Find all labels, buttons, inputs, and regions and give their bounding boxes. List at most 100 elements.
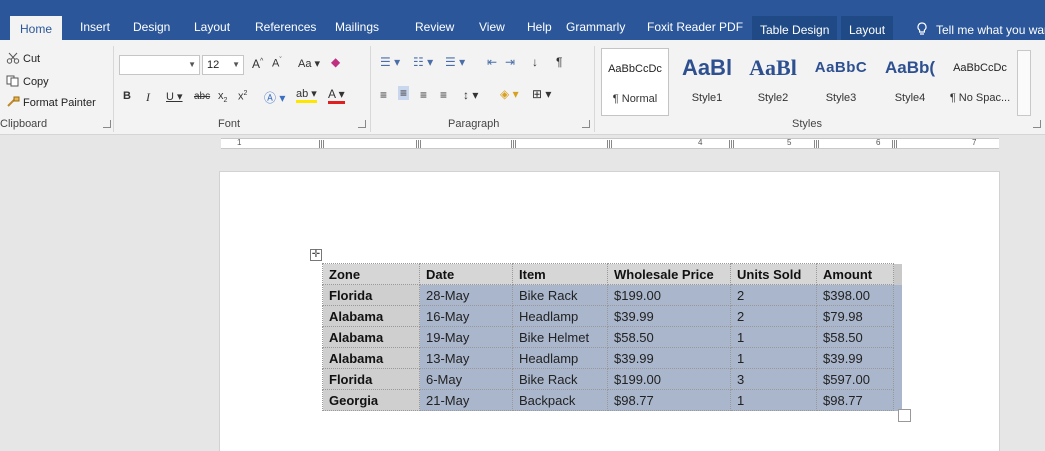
table-cell[interactable]: $98.77 [607, 389, 731, 411]
table-cell[interactable]: 21-May [419, 389, 513, 411]
sales-table[interactable]: Zone Date Item Wholesale Price Units Sol… [322, 263, 902, 411]
bullets-icon[interactable]: ☰ ▾ [380, 55, 400, 69]
table-cell[interactable]: $58.50 [816, 326, 894, 348]
table-cell[interactable]: Backpack [512, 389, 608, 411]
justify-icon[interactable]: ≡ [440, 88, 447, 102]
shading-icon[interactable]: ◈ ▾ [500, 87, 519, 101]
ruler-column-marker[interactable] [814, 140, 820, 148]
header-cell[interactable]: Amount [816, 263, 894, 285]
tab-help[interactable]: Help [527, 18, 552, 40]
table-cell[interactable]: Georgia [322, 389, 420, 411]
format-painter-button[interactable]: Format Painter [6, 96, 96, 109]
underline-icon[interactable]: U ▾ [166, 90, 183, 103]
header-cell[interactable]: Wholesale Price [607, 263, 731, 285]
table-move-handle-icon[interactable]: ✛ [310, 249, 322, 261]
ruler-column-marker[interactable] [729, 140, 735, 148]
table-cell[interactable]: 3 [730, 368, 817, 390]
tab-mailings[interactable]: Mailings [335, 18, 379, 40]
style-no-spacing[interactable]: AaBbCcDc ¶ No Spac... [946, 48, 1014, 116]
clear-formatting-icon[interactable]: ◆ [331, 55, 340, 69]
table-cell[interactable]: Headlamp [512, 347, 608, 369]
ruler-column-marker[interactable] [892, 140, 898, 148]
tab-home[interactable]: Home [10, 16, 63, 40]
table-cell[interactable]: $98.77 [816, 389, 894, 411]
header-cell[interactable]: Units Sold [730, 263, 817, 285]
table-cell[interactable]: $199.00 [607, 368, 731, 390]
header-cell[interactable]: Date [419, 263, 513, 285]
table-cell[interactable]: Alabama [322, 305, 420, 327]
align-center-icon[interactable]: ≡ [398, 86, 410, 100]
table-cell[interactable]: $398.00 [816, 284, 894, 306]
table-cell[interactable]: 19-May [419, 326, 513, 348]
borders-icon[interactable]: ⊞ ▾ [532, 87, 551, 101]
header-cell[interactable]: Item [512, 263, 608, 285]
table-cell[interactable]: $79.98 [816, 305, 894, 327]
styles-gallery-scroll[interactable] [1017, 50, 1031, 116]
align-right-icon[interactable]: ≡ [420, 88, 427, 102]
align-left-icon[interactable]: ≡ [380, 88, 387, 102]
highlight-icon[interactable]: ab ▾ [296, 87, 317, 103]
table-cell[interactable]: Florida [322, 284, 420, 306]
numbering-icon[interactable]: ☷ ▾ [413, 55, 433, 69]
paragraph-dialog-launcher[interactable] [582, 120, 590, 128]
table-cell[interactable]: Bike Rack [512, 284, 608, 306]
table-cell[interactable]: Florida [322, 368, 420, 390]
table-cell[interactable]: Bike Helmet [512, 326, 608, 348]
tab-references[interactable]: References [255, 18, 316, 40]
table-cell[interactable]: Bike Rack [512, 368, 608, 390]
change-case-icon[interactable]: Aa ▾ [298, 57, 320, 70]
italic-icon[interactable]: I [146, 90, 150, 105]
table-cell[interactable]: Headlamp [512, 305, 608, 327]
font-family-combo[interactable]: ▼ [119, 55, 200, 75]
style-style4[interactable]: AaBb( Style4 [876, 48, 944, 116]
pilcrow-icon[interactable]: ¶ [556, 55, 562, 69]
font-dialog-launcher[interactable] [358, 120, 366, 128]
style-style2[interactable]: AaBl Style2 [740, 48, 806, 116]
table-cell[interactable]: 1 [730, 389, 817, 411]
tab-layout[interactable]: Layout [194, 18, 230, 40]
table-cell[interactable]: $39.99 [607, 305, 731, 327]
tab-view[interactable]: View [479, 18, 505, 40]
style-normal[interactable]: AaBbCcDc ¶ Normal [601, 48, 669, 116]
table-cell[interactable]: 1 [730, 326, 817, 348]
cut-button[interactable]: Cut [6, 52, 40, 65]
ruler-column-marker[interactable] [416, 140, 422, 148]
tab-insert[interactable]: Insert [80, 18, 110, 40]
subscript-icon[interactable]: x2 [218, 90, 227, 104]
style-style3[interactable]: AaBbC Style3 [808, 48, 874, 116]
table-cell[interactable]: $199.00 [607, 284, 731, 306]
ruler-column-marker[interactable] [511, 140, 517, 148]
style-style1[interactable]: AaBl Style1 [674, 48, 740, 116]
copy-button[interactable]: Copy [6, 75, 49, 88]
decrease-indent-icon[interactable]: ⇤ [487, 55, 497, 69]
table-cell[interactable]: 6-May [419, 368, 513, 390]
line-spacing-icon[interactable]: ↕ ▾ [463, 88, 478, 102]
table-cell[interactable]: 1 [730, 347, 817, 369]
table-cell[interactable]: 28-May [419, 284, 513, 306]
font-size-combo[interactable]: 12 ▼ [202, 55, 244, 75]
table-cell[interactable]: $39.99 [816, 347, 894, 369]
table-cell[interactable]: Alabama [322, 326, 420, 348]
superscript-icon[interactable]: x2 [238, 90, 247, 103]
table-cell[interactable]: $597.00 [816, 368, 894, 390]
ruler-column-marker[interactable] [319, 140, 325, 148]
shrink-font-icon[interactable]: Aˇ [272, 57, 282, 70]
table-cell[interactable]: 13-May [419, 347, 513, 369]
text-effects-icon[interactable]: Ⓐ ▾ [264, 89, 285, 106]
ruler-column-marker[interactable] [607, 140, 613, 148]
table-cell[interactable]: 16-May [419, 305, 513, 327]
styles-dialog-launcher[interactable] [1033, 120, 1041, 128]
table-resize-handle[interactable] [898, 409, 911, 422]
tab-review[interactable]: Review [415, 18, 454, 40]
table-cell[interactable]: $58.50 [607, 326, 731, 348]
horizontal-ruler[interactable]: 1 4 5 6 7 [221, 138, 999, 149]
sort-icon[interactable]: ↓ [532, 55, 538, 69]
tab-design[interactable]: Design [133, 18, 170, 40]
table-cell[interactable]: $39.99 [607, 347, 731, 369]
clipboard-dialog-launcher[interactable] [103, 120, 111, 128]
table-cell[interactable]: Alabama [322, 347, 420, 369]
bold-icon[interactable]: B [123, 90, 131, 102]
table-cell[interactable]: 2 [730, 284, 817, 306]
font-color-icon[interactable]: A ▾ [328, 87, 345, 104]
tab-grammarly[interactable]: Grammarly [566, 18, 625, 40]
